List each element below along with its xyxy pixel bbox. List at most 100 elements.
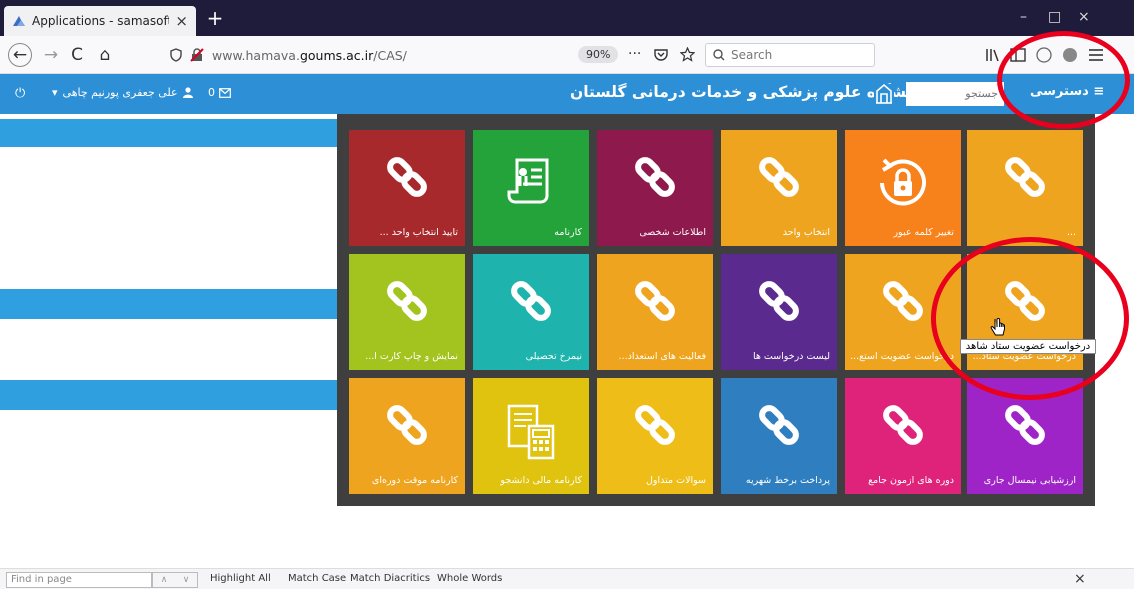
tile-label: کارنامه موقت دوره‌ای <box>371 475 458 486</box>
tile-label: لیست درخواست ها <box>752 351 830 362</box>
back-arrow-icon: ← <box>12 45 28 65</box>
find-next-icon[interactable]: ∨ <box>175 573 197 587</box>
find-close-icon[interactable]: × <box>1074 571 1086 587</box>
search-icon <box>713 49 725 61</box>
tile-label: کارنامه <box>554 227 582 238</box>
app-tile[interactable]: پرداخت برخط شهریه <box>721 378 837 494</box>
link-icon <box>721 276 837 326</box>
app-tile[interactable]: اطلاعات شخصی <box>597 130 713 246</box>
find-previous-icon[interactable]: ∧ <box>153 573 175 587</box>
shield-icon <box>170 48 182 62</box>
whole-words-option[interactable]: Whole Words <box>437 573 502 584</box>
tile-label: فعالیت های استعداد... <box>618 351 706 362</box>
find-navigation: ∧ ∨ <box>152 572 198 588</box>
tile-label: تغییر کلمه عبور <box>893 227 954 238</box>
app-tile[interactable]: تایید انتخاب واحد ... <box>349 130 465 246</box>
page-actions-icon[interactable]: ··· <box>628 46 641 62</box>
app-tile[interactable]: دوره های آزمون جامع <box>845 378 961 494</box>
browser-search-box[interactable]: Search <box>705 43 875 67</box>
link-icon <box>967 152 1083 202</box>
app-tile[interactable]: کارنامه موقت دوره‌ای <box>349 378 465 494</box>
envelope-icon <box>219 87 231 98</box>
highlight-ring <box>997 31 1130 129</box>
power-icon[interactable]: ⏻ <box>15 86 25 101</box>
university-logo-icon <box>874 83 894 104</box>
highlight-ring <box>931 237 1129 400</box>
app-tile[interactable]: ... <box>967 130 1083 246</box>
app-tile[interactable]: تغییر کلمه عبور <box>845 130 961 246</box>
link-icon <box>721 400 837 450</box>
messages-button[interactable]: 0 <box>208 86 231 99</box>
library-icon[interactable] <box>985 48 1001 62</box>
reload-icon: C <box>71 45 83 65</box>
tile-label: اطلاعات شخصی <box>639 227 706 238</box>
dropdown-caret-icon: ▾ <box>52 86 58 99</box>
new-tab-button[interactable]: + <box>204 6 226 30</box>
link-icon <box>597 152 713 202</box>
header-search-input[interactable] <box>906 82 1004 106</box>
link-icon <box>349 400 465 450</box>
app-tile[interactable]: نیمرخ تحصیلی <box>473 254 589 370</box>
user-icon <box>182 87 193 98</box>
tab-title: Applications - samasoft <box>32 14 170 28</box>
app-tile[interactable]: سوالات متداول <box>597 378 713 494</box>
tile-label: پرداخت برخط شهریه <box>745 475 830 486</box>
tile-label: ... <box>1066 227 1076 238</box>
site-favicon-icon <box>13 16 25 26</box>
home-button[interactable]: ⌂ <box>92 43 118 67</box>
back-button[interactable]: ← <box>8 43 32 67</box>
zoom-level-badge[interactable]: 90% <box>578 46 619 63</box>
app-tile[interactable]: فعالیت های استعداد... <box>597 254 713 370</box>
app-tile[interactable]: کارنامه <box>473 130 589 246</box>
tile-label: انتخاب واحد <box>782 227 830 238</box>
url-path: /CAS/ <box>373 47 407 63</box>
message-count: 0 <box>208 86 215 99</box>
site-header: ⏻ ▾ علی جعفری پورنیم چاهی 0 دانشگاه علوم… <box>0 74 1134 114</box>
lock-icon <box>845 152 961 214</box>
highlight-all-option[interactable]: Highlight All <box>210 573 271 584</box>
app-tile[interactable]: لیست درخواست ها <box>721 254 837 370</box>
browser-tab-bar: Applications - samasoft × + – □ × <box>0 0 1134 36</box>
document-icon <box>473 152 589 212</box>
find-in-page-input[interactable]: Find in page <box>6 572 152 588</box>
app-tile[interactable]: نمایش و چاپ کارت ا... <box>349 254 465 370</box>
bookmark-star-icon[interactable] <box>680 47 695 62</box>
match-diacritics-option[interactable]: Match Diacritics <box>350 573 430 584</box>
find-bar: Find in page ∧ ∨ Highlight All Match Cas… <box>0 568 1134 589</box>
forward-button[interactable]: → <box>38 43 64 67</box>
url-text: www.hamava.goums.ac.ir/CAS/ <box>212 48 407 63</box>
reload-button[interactable]: C <box>64 43 90 67</box>
user-menu[interactable]: ▾ علی جعفری پورنیم چاهی <box>52 86 193 99</box>
url-prefix: www.hamava. <box>212 47 300 63</box>
link-icon <box>597 400 713 450</box>
forward-arrow-icon: → <box>43 45 59 65</box>
url-domain: goums.ac.ir <box>299 47 374 63</box>
browser-tab[interactable]: Applications - samasoft × <box>4 6 196 36</box>
minimize-icon[interactable]: – <box>1020 9 1027 25</box>
calculator-icon <box>473 400 589 462</box>
user-name: علی جعفری پورنیم چاهی <box>62 86 178 99</box>
page-section-bar <box>0 380 337 410</box>
app-tile[interactable]: کارنامه مالی دانشجو <box>473 378 589 494</box>
link-icon <box>349 152 465 202</box>
link-icon <box>845 400 961 450</box>
tile-label: نمایش و چاپ کارت ا... <box>365 351 458 362</box>
page-section-bar <box>0 119 337 147</box>
search-placeholder: Search <box>731 48 773 62</box>
close-window-icon[interactable]: × <box>1078 9 1090 25</box>
tile-label: کارنامه مالی دانشجو <box>500 475 582 486</box>
tab-close-icon[interactable]: × <box>175 12 188 30</box>
tile-label: درخواست عضویت استع... <box>850 351 954 362</box>
insecure-lock-icon <box>190 48 204 62</box>
tile-label: تایید انتخاب واحد ... <box>379 227 458 238</box>
tile-label: نیمرخ تحصیلی <box>525 351 582 362</box>
link-icon <box>473 276 589 326</box>
pocket-icon[interactable] <box>654 48 668 62</box>
maximize-icon[interactable]: □ <box>1048 9 1061 25</box>
match-case-option[interactable]: Match Case <box>288 573 346 584</box>
tile-label: دوره های آزمون جامع <box>868 475 954 486</box>
app-tile[interactable]: انتخاب واحد <box>721 130 837 246</box>
link-icon <box>721 152 837 202</box>
tile-label: ارزشیابی نیمسال جاری <box>983 475 1076 486</box>
link-icon <box>349 276 465 326</box>
